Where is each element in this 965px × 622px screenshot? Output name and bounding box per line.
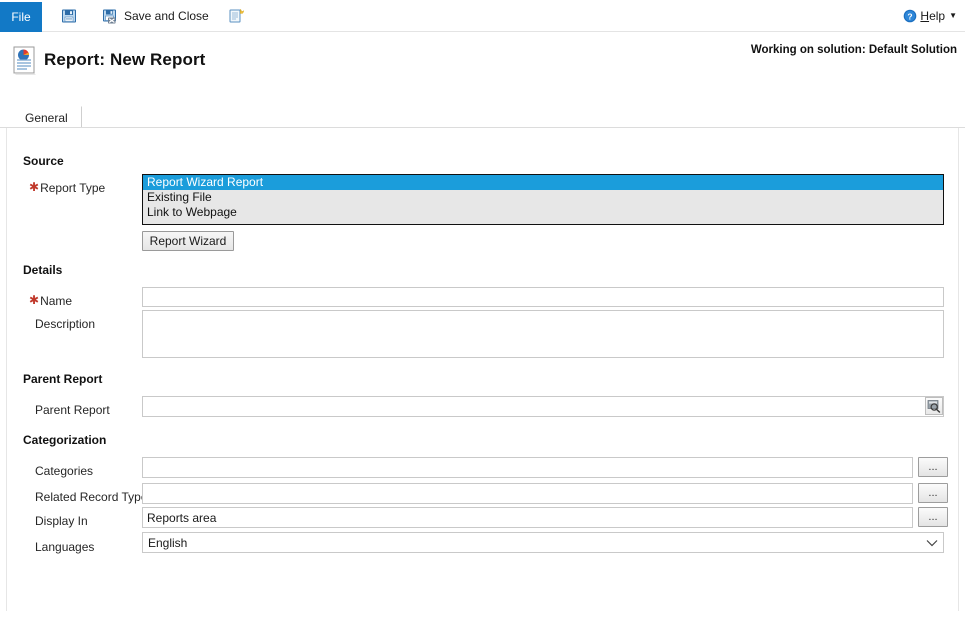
form-tab-strip: General [0,106,965,128]
help-icon: ? [903,9,917,23]
section-header-parent-report: Parent Report [23,372,103,386]
related-record-types-label: Related Record Types [35,490,154,504]
chevron-down-icon [921,539,943,547]
help-button[interactable]: ? Help ▼ [903,0,957,32]
help-label-rest: elp [929,9,946,23]
report-form: Source ✱Report Type Report Wizard Report… [6,128,959,611]
languages-label: Languages [35,540,95,554]
report-type-listbox[interactable]: Report Wizard Report Existing File Link … [142,174,944,225]
display-in-input[interactable] [142,507,913,528]
file-tab[interactable]: File [0,2,42,32]
section-header-source: Source [23,154,64,168]
report-type-option-report-wizard-report[interactable]: Report Wizard Report [143,175,943,190]
svg-text:?: ? [908,11,913,21]
new-record-icon [228,8,245,24]
chevron-down-icon: ▼ [949,11,957,20]
categories-browse-button[interactable]: ... [918,457,948,477]
categories-label: Categories [35,464,94,478]
name-label-text: Name [40,294,73,308]
command-bar-buttons: Save and Close [56,0,255,32]
save-icon [61,8,77,24]
related-record-types-browse-button[interactable]: ... [918,483,948,503]
description-textarea[interactable] [142,310,944,358]
save-button[interactable] [56,3,88,29]
name-input[interactable] [142,287,944,307]
section-header-categorization: Categorization [23,433,107,447]
display-in-browse-button[interactable]: ... [918,507,948,527]
parent-report-input[interactable] [142,396,944,417]
categories-input[interactable] [142,457,913,478]
required-indicator: ✱ [29,293,40,307]
report-icon [12,46,38,76]
report-type-option-link-to-webpage[interactable]: Link to Webpage [143,205,943,220]
page-title: Report: New Report [44,50,206,69]
save-and-close-button[interactable]: Save and Close [97,3,214,29]
save-and-close-icon [102,8,118,24]
parent-report-label: Parent Report [35,403,110,417]
description-label: Description [35,317,96,331]
tab-general[interactable]: General [12,106,82,128]
report-type-label-text: Report Type [40,181,106,195]
page-header: Report: New Report Working on solution: … [0,32,965,98]
help-accesskey: H [920,9,930,23]
display-in-label: Display In [35,514,88,528]
languages-select[interactable]: English [142,532,944,553]
command-bar: File Save and Close ? Help ▼ [0,0,965,32]
help-label: Help [920,9,945,23]
report-type-label: ✱Report Type [29,180,106,196]
new-record-button[interactable] [223,3,255,29]
report-type-option-existing-file[interactable]: Existing File [143,190,943,205]
solution-context-label: Working on solution: Default Solution [750,44,957,56]
section-header-details: Details [23,263,63,277]
related-record-types-input[interactable] [142,483,913,504]
name-label: ✱Name [29,293,73,309]
required-indicator: ✱ [29,180,40,194]
save-and-close-button-label: Save and Close [124,9,209,23]
file-tab-label: File [11,10,31,24]
tab-general-label: General [25,110,68,125]
languages-select-value: English [148,535,188,550]
lookup-magnifier-icon[interactable] [925,397,943,415]
report-wizard-button[interactable]: Report Wizard [142,231,234,251]
